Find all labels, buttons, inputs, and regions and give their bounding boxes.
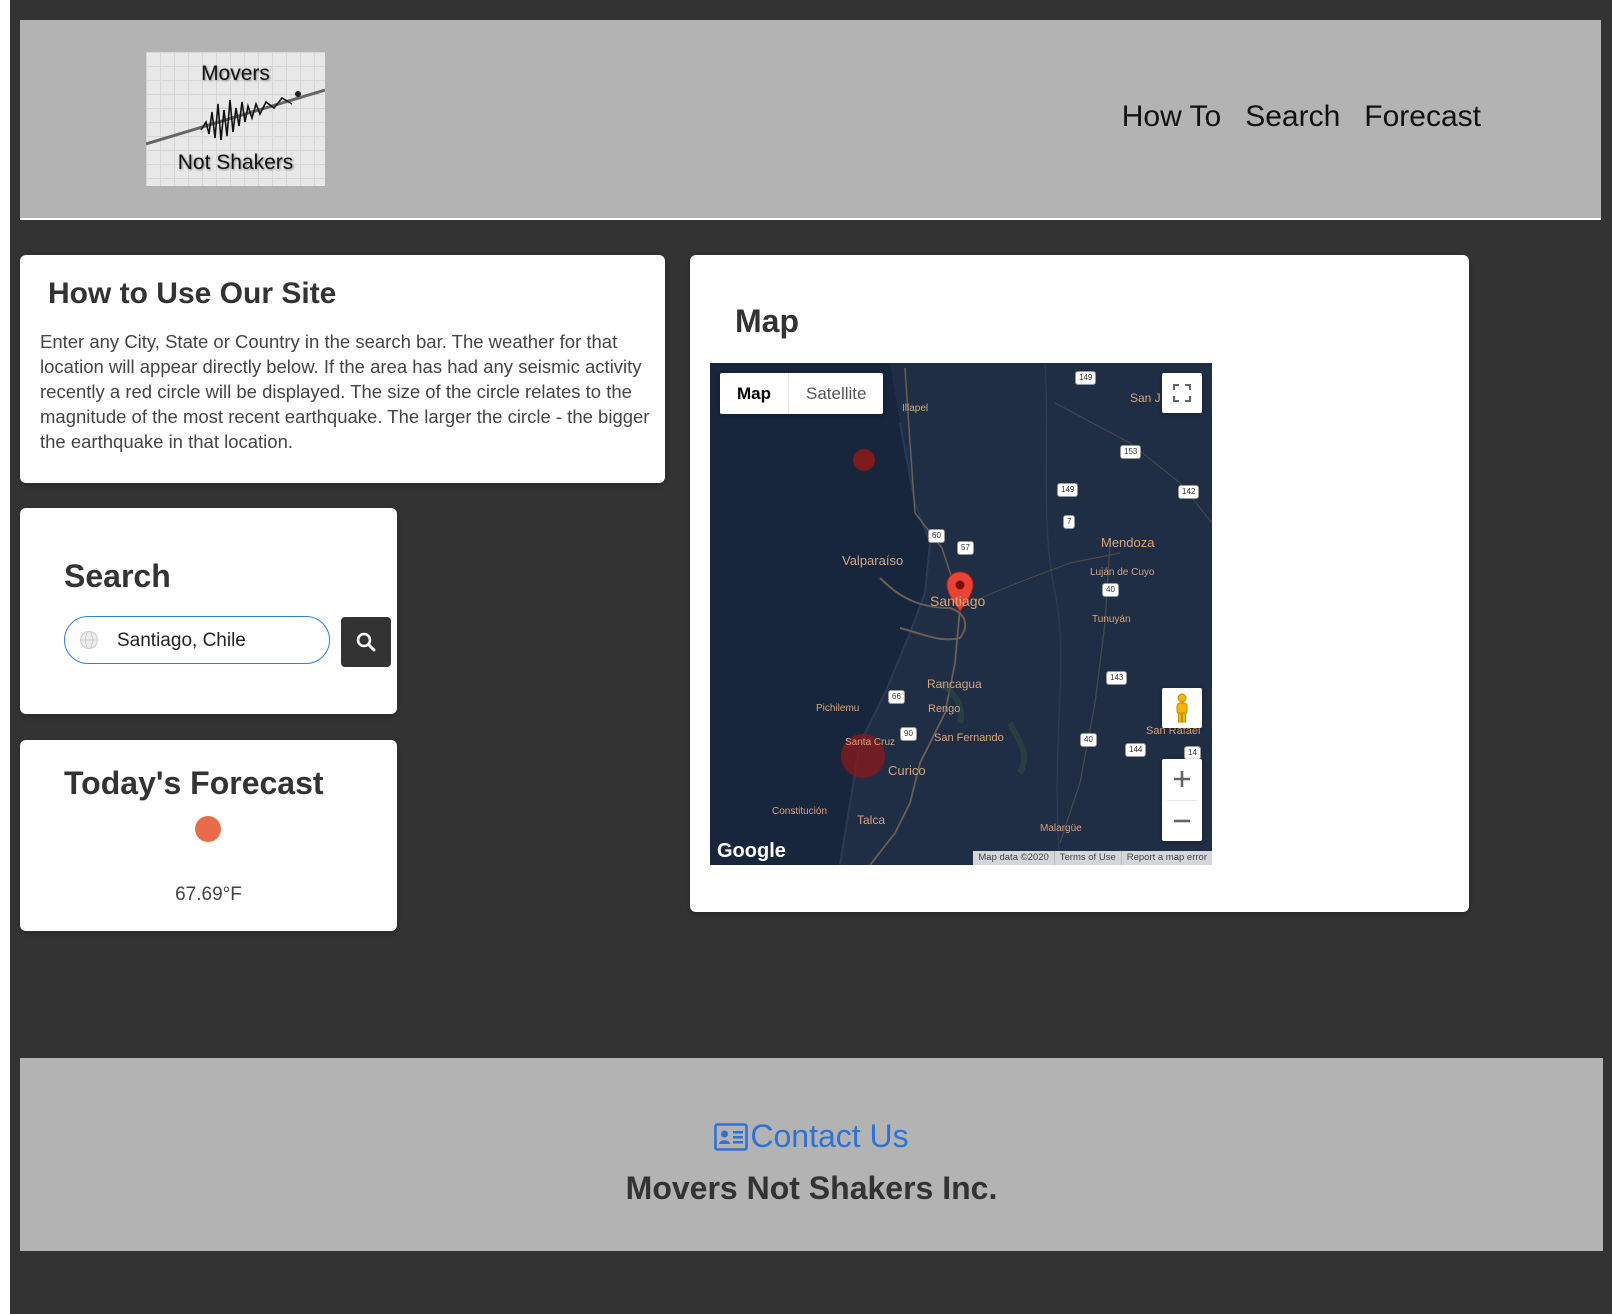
fullscreen-icon [1173, 384, 1191, 402]
map-type-map-button[interactable]: Map [720, 373, 788, 414]
map-label-mendoza: Mendoza [1101, 535, 1155, 550]
map-attribution: Map data ©2020 Terms of Use Report a map… [973, 851, 1212, 865]
map-title: Map [735, 303, 799, 339]
how-to-description: Enter any City, State or Country in the … [40, 331, 650, 452]
route-shield: 14 [1184, 746, 1201, 760]
company-name: Movers Not Shakers Inc. [625, 1170, 998, 1206]
street-view-button[interactable] [1162, 688, 1202, 728]
contact-us-label[interactable]: Contact Us [750, 1118, 908, 1154]
map-label-tunuyan: Tunuyán [1092, 614, 1131, 625]
map-label-curico: Curico [888, 763, 926, 778]
report-map-error-link[interactable]: Report a map error [1120, 851, 1212, 865]
forecast-card: Today's Forecast 67.69°F [20, 740, 397, 931]
nav-how-to[interactable]: How To [1122, 100, 1222, 134]
logo-text-bottom: Not Shakers [177, 151, 294, 174]
minus-icon [1174, 819, 1190, 823]
globe-icon [80, 631, 98, 649]
nav-forecast[interactable]: Forecast [1364, 100, 1481, 134]
search-card: Search [20, 508, 397, 714]
site-logo[interactable]: Movers Not Shakers [146, 52, 325, 186]
route-shield: 57 [957, 541, 974, 555]
temperature: 67.69°F [175, 884, 242, 905]
route-shield: 7 [1063, 515, 1076, 529]
contact-us-link[interactable]: Contact Us [20, 1118, 1603, 1155]
seismograph-icon [146, 88, 325, 146]
map-label-santiago: Santiago [930, 593, 986, 609]
route-shield: 144 [1125, 743, 1147, 757]
route-shield: 149 [1075, 371, 1097, 385]
how-to-card: How to Use Our Site Enter any City, Stat… [20, 255, 665, 483]
forecast-title: Today's Forecast [64, 765, 324, 801]
map-card: Map Illapel San J Valparaíso Santiago Me… [690, 255, 1469, 912]
map-label-rengo: Rengo [928, 703, 961, 715]
map-view[interactable]: Illapel San J Valparaíso Santiago Mendoz… [710, 363, 1212, 865]
pegman-icon [1176, 693, 1188, 723]
page-edge [0, 0, 10, 1314]
search-input[interactable] [115, 621, 319, 661]
map-label-san-juan: San J [1130, 391, 1161, 405]
search-field[interactable] [64, 616, 330, 664]
search-title: Search [64, 558, 171, 594]
map-label-talca: Talca [857, 813, 886, 827]
search-button[interactable] [341, 617, 391, 667]
weather-icon [195, 816, 221, 842]
route-shield: 142 [1178, 485, 1200, 499]
plus-icon [1174, 771, 1190, 788]
map-label-pichilemu: Pichilemu [816, 703, 860, 714]
map-type-control: Map Satellite [720, 373, 884, 414]
route-shield: 153 [1120, 445, 1142, 459]
map-label-illapel: Illapel [902, 403, 929, 414]
route-shield: 149 [1057, 483, 1079, 497]
map-label-rancagua: Rancagua [927, 677, 982, 691]
map-label-lujan-de-cuyo: Luján de Cuyo [1090, 567, 1155, 578]
site-footer: Contact Us Movers Not Shakers Inc. [20, 1058, 1603, 1251]
contact-card-icon [714, 1123, 749, 1151]
google-logo[interactable]: Google [717, 840, 786, 863]
fullscreen-button[interactable] [1162, 373, 1202, 413]
map-type-satellite-button[interactable]: Satellite [788, 373, 883, 414]
zoom-in-button[interactable] [1162, 759, 1202, 800]
terms-of-use-link[interactable]: Terms of Use [1053, 851, 1121, 865]
how-to-title: How to Use Our Site [48, 277, 337, 310]
site-header: Movers Not Shakers How To Search Forecas… [20, 20, 1601, 220]
map-label-valparaiso: Valparaíso [842, 553, 904, 568]
zoom-control [1162, 759, 1202, 841]
map-terrain [710, 363, 1212, 865]
route-shield: 60 [928, 529, 945, 543]
map-label-malargue: Malargüe [1040, 823, 1082, 834]
nav-search[interactable]: Search [1245, 100, 1340, 134]
route-shield: 40 [1102, 583, 1119, 597]
route-shield: 66 [888, 690, 905, 704]
route-shield: 40 [1080, 733, 1097, 747]
route-shield: 143 [1106, 671, 1128, 685]
map-label-santa-cruz: Santa Cruz [845, 737, 896, 748]
map-label-san-fernando: San Fernando [934, 732, 1004, 744]
main-nav: How To Search Forecast [1122, 100, 1481, 134]
map-label-constitucion: Constitución [772, 806, 828, 817]
zoom-out-button[interactable] [1162, 800, 1202, 841]
route-shield: 90 [900, 727, 917, 741]
map-data-credit: Map data ©2020 [978, 852, 1049, 863]
search-icon [356, 632, 376, 652]
